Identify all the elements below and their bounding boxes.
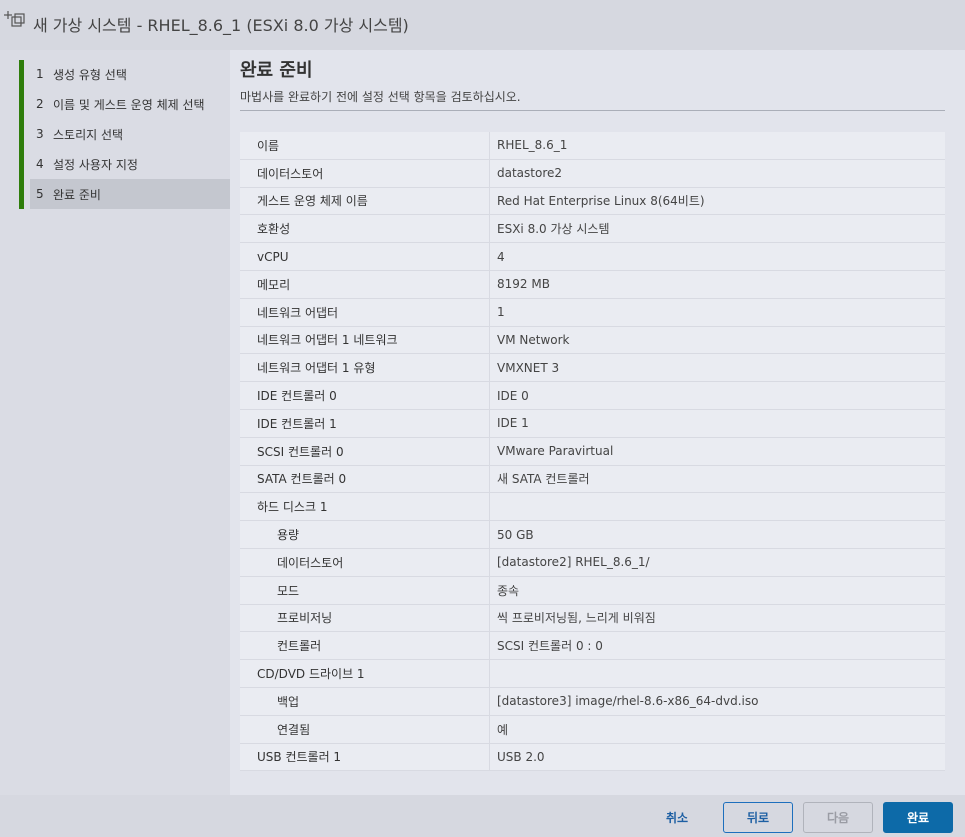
table-row: 게스트 운영 체제 이름 Red Hat Enterprise Linux 8(6…	[240, 187, 945, 216]
row-key: 용량	[240, 521, 490, 548]
row-key: 데이터스토어	[240, 548, 490, 576]
row-value: 예	[497, 722, 509, 737]
row-key: 게스트 운영 체제 이름	[240, 187, 490, 215]
row-key: 하드 디스크 1	[240, 493, 490, 521]
row-key: SATA 컨트롤러 0	[240, 465, 490, 493]
table-row: SATA 컨트롤러 0 새 SATA 컨트롤러	[240, 465, 945, 494]
table-row: IDE 컨트롤러 0 IDE 0	[240, 382, 945, 410]
table-row: SCSI 컨트롤러 0 VMware Paravirtual	[240, 437, 945, 466]
row-key: 호환성	[240, 215, 490, 243]
cancel-button[interactable]: 취소	[643, 802, 711, 833]
step-number: 1	[36, 67, 44, 81]
row-value: datastore2	[497, 166, 563, 181]
table-row: 연결됨 예	[240, 715, 945, 744]
row-key: 연결됨	[240, 715, 490, 743]
step-label: 생성 유형 선택	[53, 67, 127, 82]
step-2[interactable]: 2 이름 및 게스트 운영 체제 선택	[30, 89, 230, 119]
step-label: 완료 준비	[53, 187, 101, 202]
row-key: CD/DVD 드라이브 1	[240, 660, 490, 687]
step-number: 3	[36, 127, 44, 141]
row-value: VMXNET 3	[497, 360, 560, 375]
row-key: 메모리	[240, 270, 490, 298]
row-value: 새 SATA 컨트롤러	[497, 472, 590, 487]
table-row: 네트워크 어댑터 1 유형 VMXNET 3	[240, 354, 945, 383]
row-key: 네트워크 어댑터 1 네트워크	[240, 326, 490, 354]
row-key: USB 컨트롤러 1	[240, 743, 490, 771]
row-value: 8192 MB	[497, 277, 550, 292]
row-value: 1	[497, 305, 505, 320]
row-key: 백업	[240, 687, 490, 715]
table-row: CD/DVD 드라이브 1	[240, 660, 945, 688]
row-key: IDE 컨트롤러 1	[240, 409, 490, 437]
next-button[interactable]: 다음	[803, 802, 873, 833]
row-key: 네트워크 어댑터 1 유형	[240, 354, 490, 382]
table-row: 컨트롤러 SCSI 컨트롤러 0 : 0	[240, 632, 945, 661]
row-value: VM Network	[497, 332, 570, 347]
table-row: 네트워크 어댑터 1	[240, 298, 945, 327]
row-value	[490, 493, 945, 520]
row-value: IDE 0	[497, 388, 529, 403]
back-button[interactable]: 뒤로	[723, 802, 793, 833]
table-row: 호환성 ESXi 8.0 가상 시스템	[240, 215, 945, 244]
page-subtitle: 마법사를 완료하기 전에 설정 선택 항목을 검토하십시오.	[240, 90, 521, 104]
table-row: 데이터스토어 datastore2	[240, 159, 945, 188]
row-key: 네트워크 어댑터	[240, 298, 490, 326]
step-number: 5	[36, 187, 44, 201]
summary-table: 이름 RHEL_8.6_1 데이터스토어 datastore2 게스트 운영 체제 …	[240, 132, 945, 772]
title-bar: 새 가상 시스템 - RHEL_8.6_1 (ESXi 8.0 가상 시스템)	[0, 0, 965, 46]
row-key: 프로비저닝	[240, 604, 490, 632]
step-5[interactable]: 5 완료 준비	[30, 179, 230, 209]
row-value: Red Hat Enterprise Linux 8(64비트)	[497, 194, 705, 209]
row-value: USB 2.0	[497, 749, 545, 764]
step-number: 2	[36, 97, 44, 111]
row-value: ESXi 8.0 가상 시스템	[497, 222, 610, 237]
table-row: 네트워크 어댑터 1 네트워크 VM Network	[240, 326, 945, 355]
step-label: 스토리지 선택	[53, 127, 124, 142]
table-row: IDE 컨트롤러 1 IDE 1	[240, 409, 945, 438]
row-value: [datastore2] RHEL_8.6_1/	[497, 555, 650, 570]
finish-button[interactable]: 완료	[883, 802, 953, 833]
row-key: vCPU	[240, 243, 490, 270]
row-value: [datastore3] image/rhel-8.6-x86_64-dvd.i…	[497, 694, 759, 709]
table-row: 메모리 8192 MB	[240, 270, 945, 299]
new-vm-icon	[3, 10, 25, 30]
step-number: 4	[36, 157, 44, 171]
step-3[interactable]: 3 스토리지 선택	[30, 119, 230, 149]
table-row: vCPU 4	[240, 243, 945, 271]
row-value	[490, 660, 945, 687]
row-value: SCSI 컨트롤러 0 : 0	[497, 639, 603, 654]
step-progress-bar	[19, 60, 24, 209]
page-title: 완료 준비	[240, 60, 313, 81]
window-title: 새 가상 시스템 - RHEL_8.6_1 (ESXi 8.0 가상 시스템)	[33, 16, 409, 35]
step-1[interactable]: 1 생성 유형 선택	[30, 59, 230, 89]
row-key: IDE 컨트롤러 0	[240, 382, 490, 409]
table-row: 용량 50 GB	[240, 521, 945, 549]
table-row: 하드 디스크 1	[240, 493, 945, 522]
table-row: USB 컨트롤러 1 USB 2.0	[240, 743, 945, 772]
table-row: 이름 RHEL_8.6_1	[240, 132, 945, 160]
row-key: 모드	[240, 576, 490, 604]
row-value: VMware Paravirtual	[497, 444, 614, 459]
divider	[240, 110, 945, 111]
row-key: 데이터스토어	[240, 159, 490, 187]
row-value: 씩 프로비저닝됨, 느리게 비워짐	[497, 611, 656, 626]
row-value: IDE 1	[497, 416, 529, 431]
table-row: 모드 종속	[240, 576, 945, 605]
table-row: 프로비저닝 씩 프로비저닝됨, 느리게 비워짐	[240, 604, 945, 633]
row-key: 이름	[240, 132, 490, 159]
step-4[interactable]: 4 설정 사용자 지정	[30, 149, 230, 179]
row-value: RHEL_8.6_1	[497, 138, 568, 153]
row-value: 50 GB	[497, 527, 534, 542]
table-row: 백업 [datastore3] image/rhel-8.6-x86_64-dvd…	[240, 687, 945, 716]
step-label: 설정 사용자 지정	[53, 157, 138, 172]
row-value: 4	[497, 249, 505, 264]
row-key: SCSI 컨트롤러 0	[240, 437, 490, 465]
step-label: 이름 및 게스트 운영 체제 선택	[53, 97, 205, 112]
row-value: 종속	[497, 583, 520, 598]
table-row: 데이터스토어 [datastore2] RHEL_8.6_1/	[240, 548, 945, 577]
row-key: 컨트롤러	[240, 632, 490, 660]
